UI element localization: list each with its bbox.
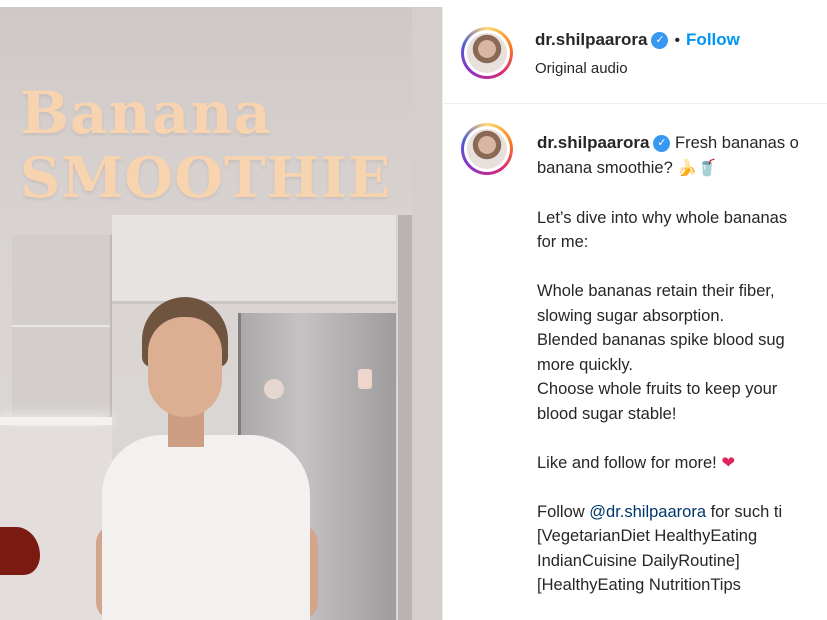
caption-text: for such ti xyxy=(706,502,783,521)
right-wall xyxy=(412,7,442,620)
header-user-line: dr.shilpaarora ✓ • Follow xyxy=(535,30,740,50)
banana-smoothie-emoji-icon: 🍌🥤 xyxy=(677,159,718,177)
separator-dot: • xyxy=(674,32,681,49)
username-link[interactable]: dr.shilpaarora xyxy=(535,30,647,49)
caption-avatar[interactable] xyxy=(461,123,513,175)
fridge-magnet xyxy=(358,369,372,389)
post-caption: dr.shilpaarora ✓ Fresh bananas o banana s… xyxy=(537,131,827,598)
caption-text: Let’s dive into why whole bananas xyxy=(537,208,788,227)
follow-button[interactable]: Follow xyxy=(686,30,740,49)
hashtag-line: [VegetarianDiet HealthyEating xyxy=(537,527,758,545)
caption-text: Choose whole fruits to keep your xyxy=(537,380,778,398)
hashtag-line: [HealthyEating NutritionTips xyxy=(537,576,741,594)
heart-icon: ❤ xyxy=(721,453,736,472)
caption-text: slowing sugar absorption. xyxy=(537,306,725,325)
caption-text: Follow xyxy=(537,502,590,521)
verified-badge-icon: ✓ xyxy=(653,135,671,153)
upper-cabinet xyxy=(112,215,396,304)
caption-text: Like and follow for more! xyxy=(537,453,717,472)
caption-text: Blended bananas spike blood sug xyxy=(537,331,785,349)
caption-username[interactable]: dr.shilpaarora xyxy=(537,133,649,152)
caption-text: banana smoothie? xyxy=(537,158,673,177)
hashtag-line: IndianCuisine DailyRoutine] xyxy=(537,551,740,570)
caption-text: for me: xyxy=(537,233,589,251)
mention-link[interactable]: @dr.shilpaarora xyxy=(589,503,706,521)
presenter xyxy=(96,295,326,620)
video-player[interactable]: Banana SMOOTHIE xyxy=(0,7,442,620)
post-header: dr.shilpaarora ✓ • Follow Original audio xyxy=(443,7,827,104)
verified-badge-icon: ✓ xyxy=(651,32,669,50)
audio-link[interactable]: Original audio xyxy=(535,60,628,77)
caption-text: Fresh bananas o xyxy=(675,134,799,152)
caption-text: blood sugar stable! xyxy=(537,404,677,423)
caption-text: more quickly. xyxy=(537,355,633,374)
caption-text: Whole bananas retain their fiber, xyxy=(537,282,775,300)
avatar[interactable] xyxy=(461,27,513,79)
overlay-line-2: SMOOTHIE xyxy=(20,145,392,211)
fridge-frame xyxy=(398,215,412,620)
post-panel: dr.shilpaarora ✓ • Follow Original audio dr… xyxy=(442,7,827,620)
overlay-line-1: Banana xyxy=(20,79,273,147)
